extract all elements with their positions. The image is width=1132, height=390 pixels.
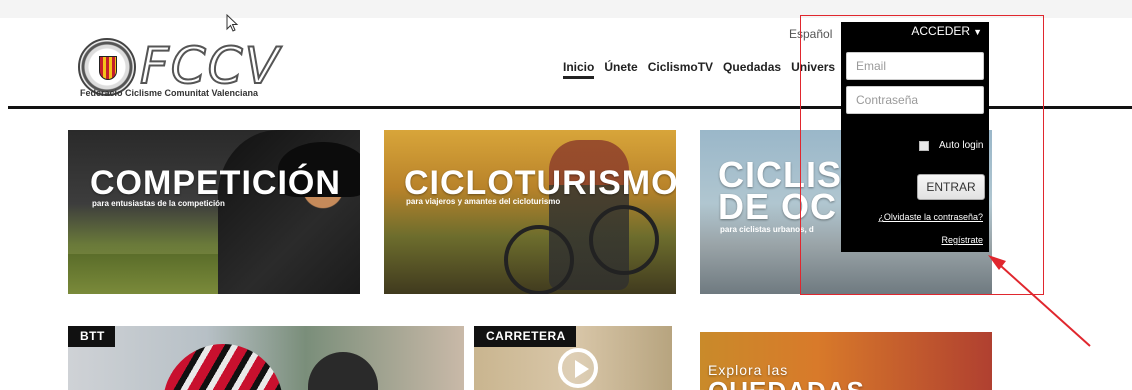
tile-subtitle: para viajeros y amantes del cicloturismo <box>406 197 561 206</box>
nav-item-inicio[interactable]: Inicio <box>563 60 595 79</box>
tile-subtitle: para entusiastas de la competición <box>92 199 225 208</box>
nav-item-unete[interactable]: Únete <box>604 60 637 79</box>
logo-wordmark: FCCV <box>139 37 281 95</box>
tile-title-line2: QUEDADAS <box>708 376 865 390</box>
badge-btt: BTT <box>68 326 115 347</box>
logo-tagline: Federacio Ciclisme Comunitat Valenciana <box>80 88 259 98</box>
annotation-highlight-box <box>800 15 1044 295</box>
fccv-logo[interactable]: FCCV Federacio Ciclisme Comunitat Valenc… <box>78 38 280 100</box>
tile-cicloturismo[interactable]: CICLOTURISMO para viajeros y amantes del… <box>384 130 676 294</box>
helmet-image <box>163 344 283 390</box>
tile-btt[interactable]: BTT <box>68 326 464 390</box>
badge-carretera: CARRETERA <box>474 326 576 347</box>
play-icon[interactable] <box>558 348 598 388</box>
tile-carretera[interactable]: CARRETERA <box>474 326 672 390</box>
tile-quedadas[interactable]: Explora las QUEDADAS <box>700 332 992 390</box>
main-nav: Inicio Únete CiclismoTV Quedadas Univers <box>563 60 835 79</box>
nav-item-quedadas[interactable]: Quedadas <box>723 60 781 79</box>
tile-competicion[interactable]: COMPETICIÓN para entusiastas de la compe… <box>68 130 360 294</box>
mouse-cursor-icon <box>226 14 239 32</box>
nav-item-ciclismotv[interactable]: CiclismoTV <box>648 60 713 79</box>
tile-title: COMPETICIÓN <box>90 164 341 202</box>
